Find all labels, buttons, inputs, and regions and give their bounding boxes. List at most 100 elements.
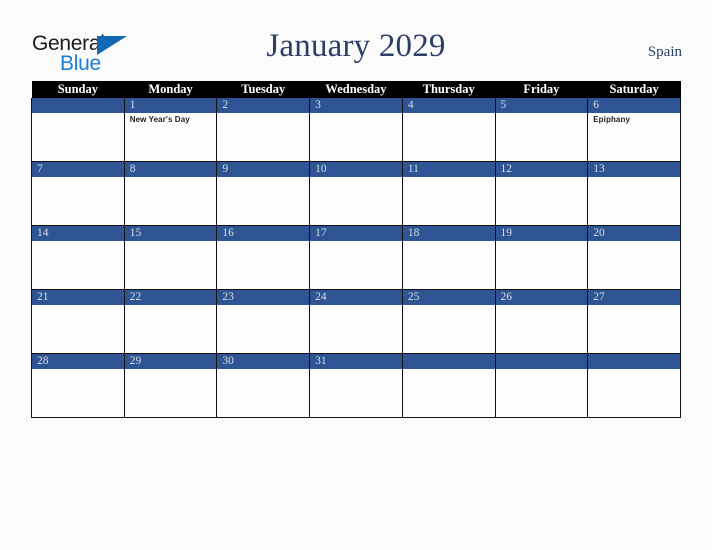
calendar-day-cell[interactable]: 14: [31, 225, 125, 290]
calendar-day-cell[interactable]: 15: [123, 225, 218, 290]
day-content: [125, 177, 217, 225]
day-content: [588, 177, 680, 225]
calendar-week-row: 7 8 9 10 11 12 13: [31, 161, 681, 226]
calendar-day-cell[interactable]: 18: [401, 225, 496, 290]
day-content: [588, 241, 680, 289]
calendar-day-cell[interactable]: 2: [216, 98, 311, 162]
calendar-day-cell[interactable]: 19: [494, 225, 589, 290]
day-number: 25: [402, 290, 495, 305]
calendar-day-cell[interactable]: 30: [216, 353, 311, 418]
calendar-day-cell[interactable]: [31, 98, 125, 162]
day-number: 6: [588, 98, 680, 113]
calendar-day-cell[interactable]: 8: [123, 161, 218, 226]
day-content: [588, 369, 680, 417]
calendar-day-cell[interactable]: 6 Epiphany: [587, 98, 681, 162]
day-content: [32, 369, 124, 417]
page-title: January 2029: [266, 28, 446, 64]
day-content: [310, 369, 402, 417]
day-number: 28: [32, 354, 124, 369]
day-number: 12: [495, 162, 588, 177]
day-content: [310, 113, 402, 161]
calendar-day-cell[interactable]: 27: [587, 289, 681, 354]
day-number: 20: [588, 226, 680, 241]
day-content: [403, 241, 495, 289]
calendar-day-cell[interactable]: 28: [31, 353, 125, 418]
day-number: 30: [217, 354, 310, 369]
day-content: [32, 113, 124, 161]
calendar-day-cell[interactable]: 25: [401, 289, 496, 354]
calendar-day-cell[interactable]: 12: [494, 161, 589, 226]
day-number: 19: [495, 226, 588, 241]
day-content: [125, 241, 217, 289]
day-content: [125, 305, 217, 353]
day-number: 13: [588, 162, 680, 177]
calendar-day-cell[interactable]: 22: [123, 289, 218, 354]
calendar-day-cell[interactable]: 5: [494, 98, 589, 162]
calendar-body: 1 New Year's Day 2 3 4 5 6 Epiphany 7 8 …: [31, 98, 681, 418]
calendar-week-row: 14 15 16 17 18 19 20: [31, 225, 681, 290]
day-number: 5: [495, 98, 588, 113]
calendar-day-cell[interactable]: 29: [123, 353, 218, 418]
day-content: [217, 305, 309, 353]
day-event-label: New Year's Day: [129, 115, 190, 124]
day-number: 9: [217, 162, 310, 177]
calendar-day-cell[interactable]: [494, 353, 589, 418]
calendar-day-cell[interactable]: 23: [216, 289, 311, 354]
day-content: [496, 305, 588, 353]
calendar-day-cell[interactable]: 13: [587, 161, 681, 226]
month-calendar-table: Sunday Monday Tuesday Wednesday Thursday…: [31, 81, 681, 418]
calendar-day-cell[interactable]: [401, 353, 496, 418]
calendar-day-cell[interactable]: 11: [401, 161, 496, 226]
day-number: [495, 354, 588, 369]
country-label: Spain: [647, 44, 682, 60]
calendar-day-cell[interactable]: 7: [31, 161, 125, 226]
calendar-day-cell[interactable]: 10: [309, 161, 403, 226]
calendar-day-cell[interactable]: 26: [494, 289, 589, 354]
day-number: 29: [124, 354, 217, 369]
day-number: 4: [402, 98, 495, 113]
calendar-day-cell[interactable]: [587, 353, 681, 418]
day-content: [217, 369, 309, 417]
calendar-day-cell[interactable]: 16: [216, 225, 311, 290]
day-number: 17: [310, 226, 402, 241]
weekday-header-sunday: Sunday: [31, 81, 125, 98]
calendar-day-cell[interactable]: 20: [587, 225, 681, 290]
day-content: [217, 177, 309, 225]
weekday-header-monday: Monday: [124, 81, 217, 98]
day-content: [496, 241, 588, 289]
day-content: [32, 177, 124, 225]
day-number: 27: [588, 290, 680, 305]
day-number: 7: [32, 162, 124, 177]
day-content: [310, 241, 402, 289]
weekday-header-wednesday: Wednesday: [309, 81, 403, 98]
day-content: [403, 369, 495, 417]
day-content: [496, 369, 588, 417]
day-content: [310, 177, 402, 225]
calendar-day-cell[interactable]: 1 New Year's Day: [123, 98, 218, 162]
calendar-day-cell[interactable]: 9: [216, 161, 311, 226]
calendar-day-cell[interactable]: 4: [401, 98, 496, 162]
day-content: Epiphany: [588, 113, 680, 161]
day-content: [32, 305, 124, 353]
day-number: 8: [124, 162, 217, 177]
day-content: [125, 369, 217, 417]
day-number: [402, 354, 495, 369]
calendar-day-cell[interactable]: 17: [309, 225, 403, 290]
calendar-week-row: 28 29 30 31: [31, 353, 681, 418]
day-number: 2: [217, 98, 310, 113]
day-number: 23: [217, 290, 310, 305]
page-header: General Blue January 2029 Spain: [0, 0, 712, 78]
weekday-header-tuesday: Tuesday: [216, 81, 310, 98]
day-number: 15: [124, 226, 217, 241]
calendar-day-cell[interactable]: 24: [309, 289, 403, 354]
day-content: New Year's Day: [125, 113, 217, 161]
day-number: 26: [495, 290, 588, 305]
calendar-day-cell[interactable]: 3: [309, 98, 403, 162]
day-number: 10: [310, 162, 402, 177]
calendar-day-cell[interactable]: 21: [31, 289, 125, 354]
weekday-header-thursday: Thursday: [402, 81, 496, 98]
calendar-day-cell[interactable]: 31: [309, 353, 403, 418]
weekday-header-saturday: Saturday: [587, 81, 681, 98]
day-content: [588, 305, 680, 353]
day-number: 24: [310, 290, 402, 305]
